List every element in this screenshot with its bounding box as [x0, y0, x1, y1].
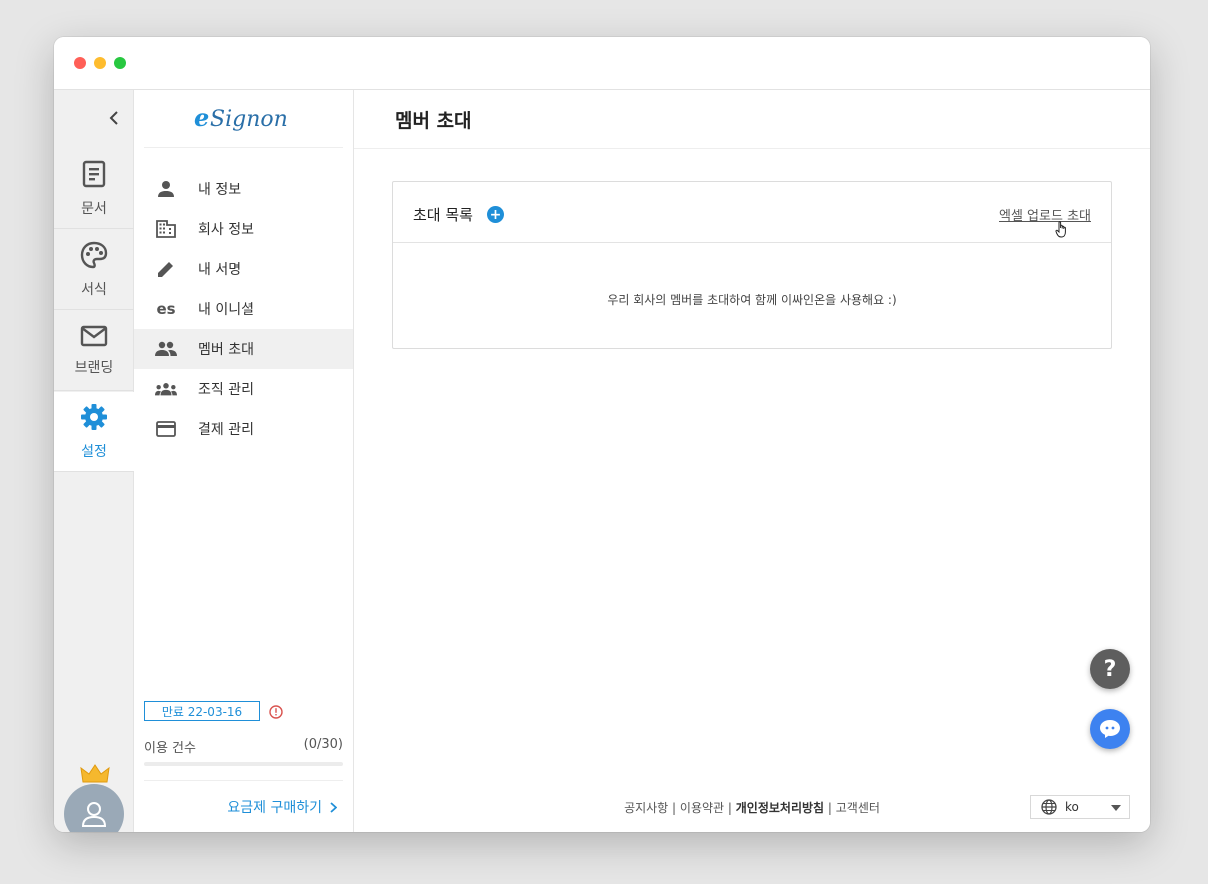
close-window-button[interactable] [74, 57, 86, 69]
mail-icon [80, 325, 108, 351]
invite-list-card: 초대 목록 + 엑셀 업로드 초대 우리 회사의 멤버를 초대하여 함께 이싸인… [392, 181, 1112, 349]
chat-bubble-icon [1098, 718, 1122, 740]
menu-item-company-info[interactable]: 회사 정보 [134, 209, 353, 249]
minimize-window-button[interactable] [94, 57, 106, 69]
help-button[interactable]: ? [1090, 649, 1130, 689]
building-icon [155, 218, 177, 240]
usage-value: (0/30) [303, 737, 343, 752]
rail-item-templates[interactable]: 서식 [54, 230, 134, 310]
menu-item-my-initials[interactable]: es 내 이니셜 [134, 289, 353, 329]
rail-item-label: 브랜딩 [74, 359, 114, 376]
menu-item-label: 회사 정보 [198, 222, 254, 238]
main-content: 멤버 초대 초대 목록 + 엑셀 업로드 초대 우리 회사의 멤버를 초대하여 … [354, 90, 1150, 832]
menu-item-label: 결제 관리 [198, 422, 254, 438]
divider [144, 147, 343, 148]
menu-item-billing[interactable]: 결제 관리 [134, 409, 353, 449]
rail-item-documents[interactable]: 문서 [54, 149, 134, 229]
excel-upload-invite-link[interactable]: 엑셀 업로드 초대 [999, 205, 1091, 224]
chat-button[interactable] [1090, 709, 1130, 749]
buy-plan-label: 요금제 구매하기 [227, 800, 322, 816]
buy-plan-link[interactable]: 요금제 구매하기 [227, 797, 337, 817]
caret-down-icon [1111, 805, 1121, 811]
add-invite-button[interactable]: + [487, 206, 504, 223]
rail-item-label: 서식 [81, 281, 107, 298]
notice-link[interactable]: 공지사항 [624, 801, 668, 815]
title-bar [54, 37, 1150, 90]
palette-icon [80, 241, 108, 273]
user-avatar-icon[interactable] [64, 784, 124, 832]
menu-item-invite-members[interactable]: 멤버 초대 [134, 329, 353, 369]
app-window: 문서 서식 브랜딩 설정 e Signon 내 정보 회사 정보 내 서명 es… [54, 37, 1150, 832]
divider [144, 780, 343, 781]
group-icon [155, 378, 177, 400]
usage-label: 이용 건수 [144, 741, 196, 756]
menu-item-label: 멤버 초대 [198, 342, 254, 358]
pencil-icon [155, 258, 177, 280]
card-header: 초대 목록 + 엑셀 업로드 초대 [393, 182, 1111, 243]
footer-separator: | [824, 801, 836, 815]
divider [354, 148, 1150, 149]
credit-card-icon [155, 418, 177, 440]
gear-icon [80, 403, 108, 435]
menu-item-label: 내 이니셜 [198, 302, 254, 318]
rail-item-label: 문서 [81, 200, 107, 217]
footer-separator: | [668, 801, 680, 815]
page-title: 멤버 초대 [395, 110, 472, 132]
chevron-left-icon[interactable] [104, 108, 124, 128]
privacy-policy-link[interactable]: 개인정보처리방침 [736, 801, 824, 815]
rail-item-settings[interactable]: 설정 [54, 392, 134, 472]
menu-item-label: 조직 관리 [198, 382, 254, 398]
rail-item-branding[interactable]: 브랜딩 [54, 311, 134, 391]
card-title: 초대 목록 [413, 206, 473, 224]
maximize-window-button[interactable] [114, 57, 126, 69]
people-icon [155, 338, 177, 360]
profile [64, 764, 124, 832]
empty-state-message: 우리 회사의 멤버를 초대하여 함께 이싸인온을 사용해요 :) [607, 293, 897, 307]
globe-icon [1041, 799, 1057, 815]
language-select[interactable]: ko [1030, 795, 1130, 819]
hand-cursor-icon [1055, 220, 1069, 242]
expiry-badge: 만료 22-03-16 [144, 701, 260, 721]
logo-e: e [194, 103, 209, 132]
chevron-right-icon [330, 801, 337, 813]
rail-item-label: 설정 [81, 443, 107, 460]
support-center-link[interactable]: 고객센터 [836, 801, 880, 815]
document-icon [81, 160, 107, 192]
logo-signon: Signon [210, 107, 288, 132]
crown-icon [80, 764, 110, 790]
menu-item-label: 내 정보 [198, 182, 242, 198]
person-icon [155, 178, 177, 200]
menu-item-org-management[interactable]: 조직 관리 [134, 369, 353, 409]
menu-item-label: 내 서명 [198, 262, 242, 278]
terms-link[interactable]: 이용약관 [680, 801, 724, 815]
language-value: ko [1065, 800, 1079, 814]
settings-menu: e Signon 내 정보 회사 정보 내 서명 es 내 이니셜 멤버 초대 … [134, 90, 354, 832]
left-rail: 문서 서식 브랜딩 설정 [54, 90, 134, 832]
alert-icon[interactable] [269, 704, 283, 723]
menu-item-my-signature[interactable]: 내 서명 [134, 249, 353, 289]
footer-separator: | [724, 801, 736, 815]
esignon-logo: e Signon [192, 102, 302, 134]
usage-progress-bar [144, 762, 343, 766]
menu-item-my-info[interactable]: 내 정보 [134, 169, 353, 209]
initials-icon: es [156, 300, 176, 318]
